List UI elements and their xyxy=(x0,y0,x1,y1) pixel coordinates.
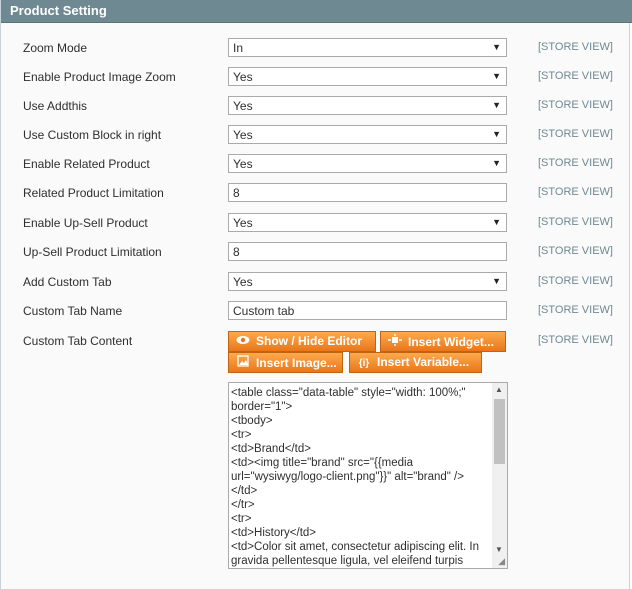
field-label: Related Product Limitation xyxy=(23,186,164,200)
row-use-custom-block: Use Custom Block in right Yes ▼ [STORE V… xyxy=(1,124,632,148)
scope-label: [STORE VIEW] xyxy=(538,275,613,287)
related-product-limitation-input[interactable]: 8 xyxy=(228,183,507,202)
scope-label: [STORE VIEW] xyxy=(538,216,613,228)
chevron-down-icon: ▼ xyxy=(492,71,501,81)
enable-product-image-zoom-select[interactable]: Yes ▼ xyxy=(228,67,507,86)
widget-icon xyxy=(387,334,403,349)
button-label: Insert Variable... xyxy=(377,355,470,369)
chevron-down-icon: ▼ xyxy=(492,217,501,227)
select-value: Yes xyxy=(233,128,253,142)
scope-label: [STORE VIEW] xyxy=(538,41,613,53)
row-enable-upsell-product: Enable Up-Sell Product Yes ▼ [STORE VIEW… xyxy=(1,212,632,236)
insert-variable-button[interactable]: {i} Insert Variable... xyxy=(349,352,482,373)
select-value: Yes xyxy=(233,216,253,230)
scope-label: [STORE VIEW] xyxy=(538,186,613,198)
select-value: Yes xyxy=(233,275,253,289)
chevron-down-icon: ▼ xyxy=(492,129,501,139)
textarea-content: <table class="data-table" style="width: … xyxy=(231,387,480,567)
scrollbar-thumb[interactable] xyxy=(494,399,505,464)
row-enable-product-image-zoom: Enable Product Image Zoom Yes ▼ [STORE V… xyxy=(1,66,632,90)
scroll-up-arrow-icon[interactable]: ▲ xyxy=(495,385,503,394)
zoom-mode-select[interactable]: In ▼ xyxy=(228,38,507,57)
row-custom-tab-name: Custom Tab Name Custom tab [STORE VIEW] xyxy=(1,300,632,324)
select-value: Yes xyxy=(233,99,253,113)
row-enable-related-product: Enable Related Product Yes ▼ [STORE VIEW… xyxy=(1,153,632,177)
scroll-down-arrow-icon[interactable]: ▼ xyxy=(495,545,503,554)
row-add-custom-tab: Add Custom Tab Yes ▼ [STORE VIEW] xyxy=(1,271,632,295)
enable-upsell-product-select[interactable]: Yes ▼ xyxy=(228,213,507,232)
scope-label: [STORE VIEW] xyxy=(538,128,613,140)
vertical-scrollbar[interactable]: ▲ ▼ xyxy=(492,383,507,568)
section-header[interactable]: Product Setting xyxy=(1,0,632,23)
select-value: In xyxy=(233,41,244,55)
eye-icon xyxy=(235,335,251,348)
field-label: Use Custom Block in right xyxy=(23,128,162,142)
row-zoom-mode: Zoom Mode In ▼ [STORE VIEW] xyxy=(1,37,632,61)
button-label: Show / Hide Editor xyxy=(256,334,363,348)
field-label: Enable Product Image Zoom xyxy=(23,70,176,84)
field-label: Enable Up-Sell Product xyxy=(23,216,148,230)
select-value: Yes xyxy=(233,70,253,84)
chevron-down-icon: ▼ xyxy=(492,42,501,52)
field-label: Add Custom Tab xyxy=(23,275,112,289)
chevron-down-icon: ▼ xyxy=(492,158,501,168)
use-addthis-select[interactable]: Yes ▼ xyxy=(228,96,507,115)
custom-tab-name-input[interactable]: Custom tab xyxy=(228,301,507,320)
show-hide-editor-button[interactable]: Show / Hide Editor xyxy=(228,331,376,352)
insert-widget-button[interactable]: Insert Widget... xyxy=(380,331,506,352)
row-related-product-limitation: Related Product Limitation 8 [STORE VIEW… xyxy=(1,182,632,206)
section-title: Product Setting xyxy=(10,3,107,18)
enable-related-product-select[interactable]: Yes ▼ xyxy=(228,154,507,173)
field-label: Zoom Mode xyxy=(23,41,88,55)
insert-image-button[interactable]: Insert Image... xyxy=(228,352,343,373)
row-use-addthis: Use Addthis Yes ▼ [STORE VIEW] xyxy=(1,95,632,119)
scope-label: [STORE VIEW] xyxy=(538,99,613,111)
image-icon xyxy=(235,355,251,370)
button-label: Insert Widget... xyxy=(408,335,494,349)
add-custom-tab-select[interactable]: Yes ▼ xyxy=(228,272,507,291)
field-label: Custom Tab Name xyxy=(23,304,123,318)
field-label: Use Addthis xyxy=(23,99,88,113)
row-upsell-product-limitation: Up-Sell Product Limitation 8 [STORE VIEW… xyxy=(1,241,632,265)
select-value: Yes xyxy=(233,157,253,171)
product-setting-panel: Product Setting Zoom Mode In ▼ [STORE VI… xyxy=(0,0,632,589)
scope-label: [STORE VIEW] xyxy=(538,334,613,346)
scope-label: [STORE VIEW] xyxy=(538,304,613,316)
variable-icon: {i} xyxy=(358,358,370,369)
scope-label: [STORE VIEW] xyxy=(538,70,613,82)
scope-label: [STORE VIEW] xyxy=(538,245,613,257)
field-label: Custom Tab Content xyxy=(23,334,133,348)
use-custom-block-select[interactable]: Yes ▼ xyxy=(228,125,507,144)
upsell-product-limitation-input[interactable]: 8 xyxy=(228,242,507,261)
chevron-down-icon: ▼ xyxy=(492,276,501,286)
resize-grip-icon[interactable]: ◢ xyxy=(498,556,505,567)
field-label: Up-Sell Product Limitation xyxy=(23,245,162,259)
button-label: Insert Image... xyxy=(256,356,337,370)
custom-tab-content-textarea[interactable]: <table class="data-table" style="width: … xyxy=(228,382,508,569)
field-label: Enable Related Product xyxy=(23,157,150,171)
chevron-down-icon: ▼ xyxy=(492,100,501,110)
scope-label: [STORE VIEW] xyxy=(538,157,613,169)
